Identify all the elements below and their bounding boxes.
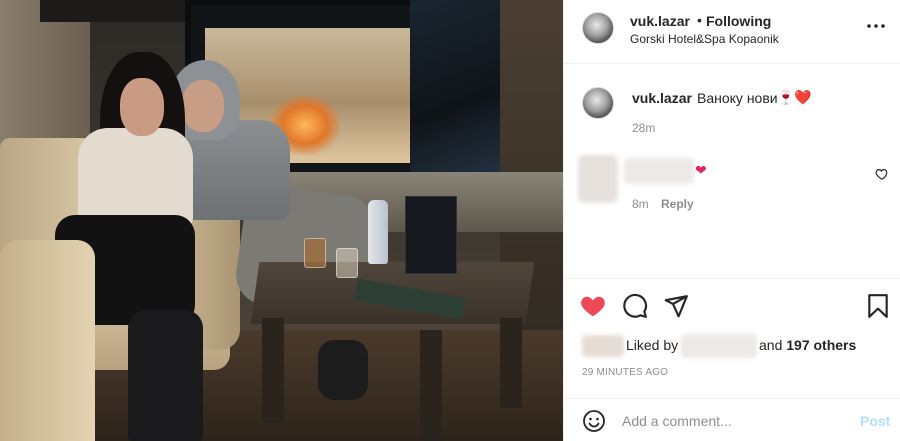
person-b-face	[182, 80, 224, 132]
liked-by-label: Liked by	[626, 337, 679, 353]
caption-username[interactable]: vuk.lazar	[632, 90, 692, 106]
separator-dot: •	[697, 12, 702, 28]
add-comment-bar: Post	[564, 398, 900, 441]
bookmark-icon[interactable]	[865, 293, 891, 319]
table-leg	[262, 318, 284, 423]
heart-filled-icon[interactable]	[580, 293, 606, 319]
sofa-arm	[0, 240, 95, 441]
action-bar	[564, 278, 900, 336]
likes-others[interactable]: and 197 others	[759, 337, 856, 353]
water-bottle	[368, 200, 388, 264]
author-username[interactable]: vuk.lazar	[630, 13, 690, 29]
post-photo[interactable]	[0, 0, 563, 441]
comment-time[interactable]: 8m	[632, 197, 649, 211]
following-button[interactable]: Following	[706, 13, 771, 29]
table-leg	[500, 318, 522, 408]
likes-summary: Liked by and 197 others	[564, 330, 900, 358]
author-avatar[interactable]	[582, 12, 614, 44]
more-options-icon[interactable]	[864, 16, 888, 36]
post-button[interactable]: Post	[860, 413, 890, 429]
table-leg	[420, 330, 442, 441]
post-header: vuk.lazar • Following Gorski Hotel&Spa K…	[564, 0, 900, 64]
location-link[interactable]: Gorski Hotel&Spa Kopaonik	[630, 32, 779, 46]
stone-panel	[410, 0, 500, 175]
shoe	[318, 340, 368, 400]
comment-icon[interactable]	[622, 293, 648, 319]
comment-like-icon[interactable]	[875, 167, 889, 181]
and-label: and	[759, 337, 783, 353]
send-icon[interactable]	[663, 293, 689, 319]
commenter-name-redacted	[624, 158, 694, 184]
person-a-top	[78, 128, 193, 228]
reply-button[interactable]: Reply	[661, 197, 694, 211]
menu-card	[405, 196, 457, 274]
caption-avatar[interactable]	[582, 87, 614, 119]
liker-avatar-redacted	[582, 335, 624, 357]
glass	[336, 248, 358, 278]
person-a-face	[120, 78, 164, 136]
caption-time[interactable]: 28m	[632, 121, 655, 135]
commenter-avatar[interactable]	[578, 155, 618, 203]
caption-emoji: 🍷❤️	[777, 89, 812, 105]
caption-text: Ваноку нови	[697, 90, 778, 106]
emoji-icon[interactable]	[582, 409, 606, 433]
comment-text: ❤	[695, 162, 707, 178]
others-count[interactable]: 197 others	[786, 337, 856, 353]
comment-input[interactable]	[622, 411, 842, 431]
boot	[128, 310, 203, 441]
glass	[304, 238, 326, 268]
post-side-panel: vuk.lazar • Following Gorski Hotel&Spa K…	[563, 0, 900, 441]
post-timestamp[interactable]: 29 MINUTES AGO	[582, 367, 668, 378]
liker-name-redacted	[681, 334, 757, 358]
